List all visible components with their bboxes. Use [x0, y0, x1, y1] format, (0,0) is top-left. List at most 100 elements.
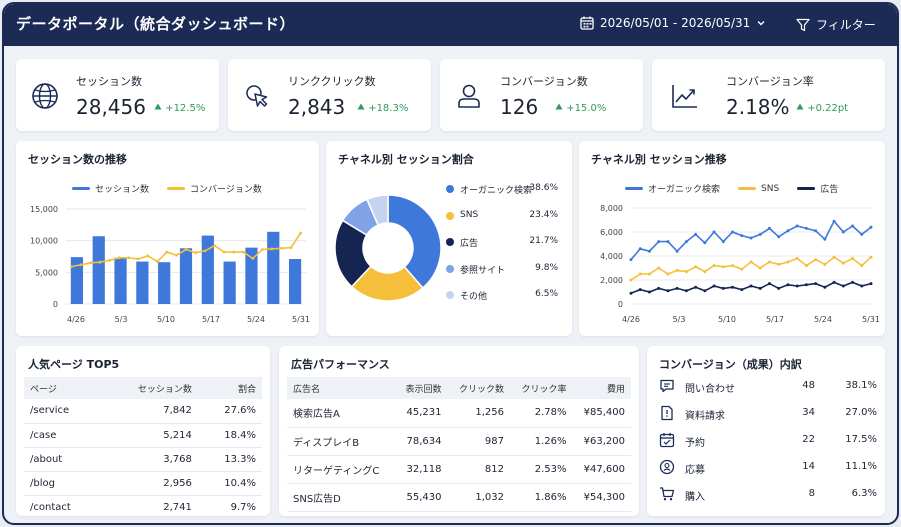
list-item[interactable]: 予約 22 17.5%	[659, 431, 877, 451]
table-row[interactable]: 検索広告A 45,231 1,256 2.78% ¥85,400	[287, 399, 631, 428]
kpi-card-conversions: コンバージョン数 126 +15.0%	[440, 59, 643, 131]
data-point	[657, 240, 661, 244]
header: データポータル（統合ダッシュボード） 2026/05/01 - 2026/05/…	[4, 4, 897, 46]
list-item[interactable]: 資料請求 34 27.0%	[659, 404, 877, 424]
kpi-delta: +18.3%	[357, 103, 408, 114]
calendar-icon	[580, 16, 594, 30]
x-tick-label: 5/24	[247, 315, 265, 324]
chevron-down-icon	[757, 21, 765, 26]
data-point	[841, 261, 845, 265]
data-point	[749, 236, 753, 240]
kpi-value: 2.18%	[726, 95, 790, 119]
data-point	[280, 246, 283, 250]
data-point	[684, 240, 688, 244]
data-point	[684, 289, 688, 293]
data-point	[657, 286, 661, 290]
table-header-row: 広告名 表示回数 クリック数 クリック率 費用	[287, 377, 631, 399]
data-point	[251, 257, 255, 260]
data-point	[832, 219, 836, 223]
data-point	[851, 224, 855, 228]
table-row[interactable]: /case 5,214 18.4%	[24, 423, 262, 448]
data-point	[823, 237, 827, 241]
data-point	[832, 255, 836, 259]
column-header: 広告名	[287, 377, 395, 399]
bar	[201, 235, 214, 304]
data-point	[299, 231, 302, 235]
column-header: セッション数	[101, 377, 198, 399]
channel-trend-chart: 0 2,000 4,000 6,000 8,000 4/26 5/3 5/10 5/17 5/24…	[600, 204, 880, 324]
data-point	[823, 262, 827, 266]
data-point	[175, 253, 178, 257]
data-point	[721, 265, 725, 269]
data-point	[786, 260, 790, 264]
data-point	[703, 289, 707, 293]
column-header: 表示回数	[394, 377, 448, 399]
x-tick-label: 5/31	[862, 315, 880, 324]
data-point	[694, 265, 698, 269]
data-point	[869, 225, 873, 229]
list-item[interactable]: 応募 14 11.1%	[659, 458, 877, 478]
date-range-picker[interactable]: 2026/05/01 - 2026/05/31	[580, 16, 766, 30]
column-header: クリック数	[447, 377, 510, 399]
data-point	[795, 256, 799, 260]
table-row[interactable]: /about 3,768 13.3%	[24, 447, 262, 472]
data-point	[184, 248, 188, 251]
chat-bubble-icon	[660, 379, 674, 393]
ad-performance-card: 広告パフォーマンス 広告名 表示回数 クリック数 クリック率 費用 検索広告A 4…	[279, 346, 639, 516]
data-point	[721, 240, 725, 244]
list-item[interactable]: 購入 8 6.3%	[659, 485, 877, 505]
data-point	[804, 264, 808, 268]
data-point	[740, 267, 744, 271]
data-point	[70, 265, 73, 269]
data-point	[194, 251, 197, 255]
data-point	[712, 264, 716, 268]
data-point	[241, 250, 245, 254]
table-row[interactable]: /contact 2,741 9.7%	[24, 495, 262, 520]
data-point	[647, 272, 651, 276]
data-point	[795, 284, 799, 288]
data-point	[703, 241, 707, 245]
data-point	[869, 255, 873, 259]
data-point	[694, 232, 698, 236]
data-point	[740, 288, 744, 292]
filter-button[interactable]: フィルター	[796, 16, 876, 33]
top-pages-card: 人気ページ TOP5 ページ セッション数 割合 /service 7,842 27…	[16, 346, 270, 520]
data-point	[79, 263, 83, 267]
data-point	[694, 285, 698, 289]
data-point	[777, 235, 781, 239]
cart-icon	[660, 487, 675, 501]
bar	[288, 259, 302, 304]
data-point	[289, 246, 293, 250]
x-tick-label: 5/17	[766, 315, 784, 324]
kpi-value: 2,843	[288, 95, 346, 119]
x-tick-label: 5/24	[814, 315, 832, 324]
table-row[interactable]: リターゲティングC 32,118 812 2.53% ¥47,600	[287, 455, 631, 484]
legend-item-organic: オーガニック検索 38.6%	[446, 181, 558, 208]
data-point	[832, 280, 836, 284]
data-point	[666, 240, 670, 244]
table-row[interactable]: /service 7,842 27.6%	[24, 399, 262, 424]
cursor-click-icon	[246, 85, 268, 107]
data-point	[749, 260, 753, 264]
data-point	[841, 230, 845, 234]
x-tick-label: 5/10	[718, 315, 736, 324]
top-pages-table: ページ セッション数 割合 /service 7,842 27.6% /case 5,…	[24, 377, 262, 520]
table-row[interactable]: ディスプレイB 78,634 987 1.26% ¥63,200	[287, 427, 631, 456]
column-header: 割合	[197, 377, 262, 399]
data-point	[731, 285, 735, 289]
data-point	[675, 249, 679, 253]
bar	[179, 248, 193, 304]
data-point	[684, 270, 688, 274]
table-row[interactable]: SNS広告D 55,430 1,032 1.86% ¥54,300	[287, 483, 631, 512]
bar	[114, 257, 127, 304]
data-point	[869, 282, 873, 286]
x-tick-label: 4/26	[622, 315, 640, 324]
data-point	[270, 247, 274, 251]
kpi-delta: +0.22pt	[796, 103, 848, 114]
list-item[interactable]: 問い合わせ 48 38.1%	[659, 377, 877, 397]
y-tick-label: 6,000	[600, 228, 623, 237]
data-point	[703, 270, 707, 274]
arrow-up-icon	[796, 103, 804, 110]
kpi-label: コンバージョン率	[726, 75, 814, 88]
table-row[interactable]: /blog 2,956 10.4%	[24, 471, 262, 496]
